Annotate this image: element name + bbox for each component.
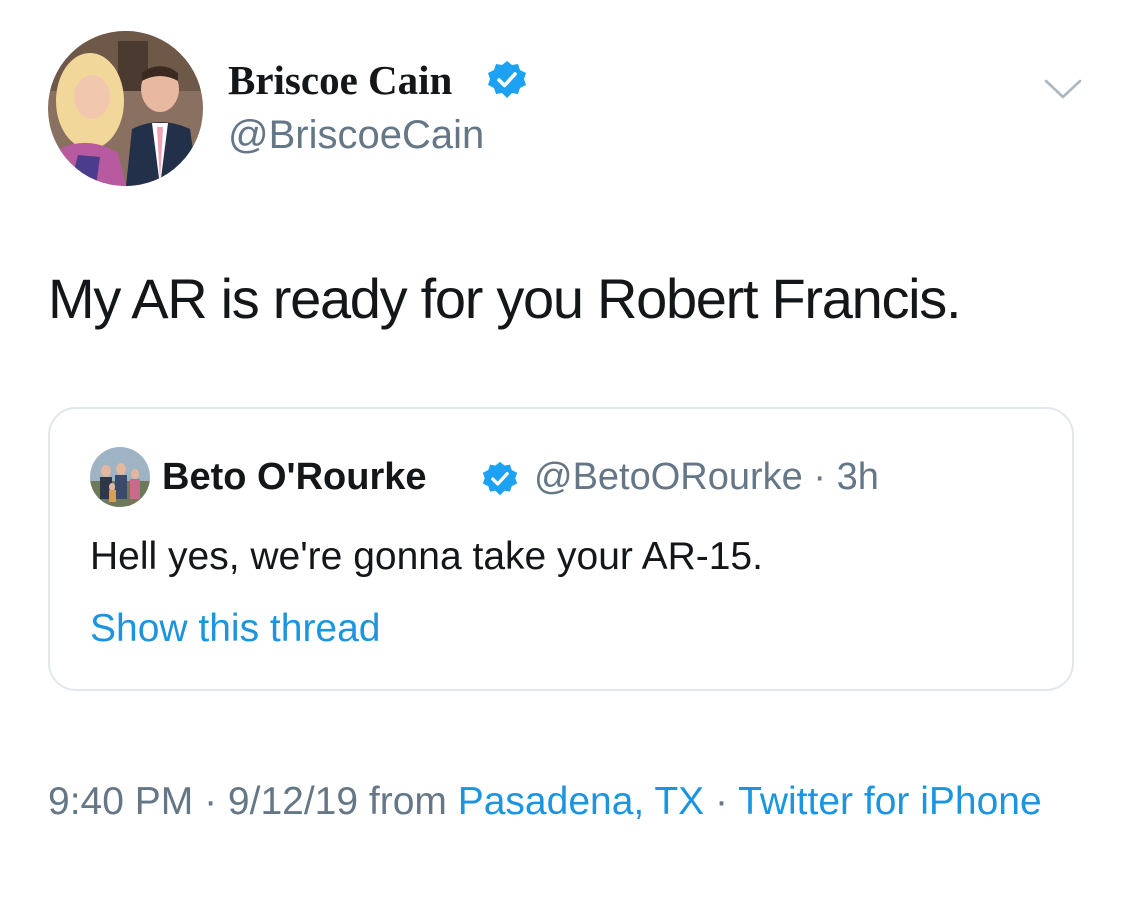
chevron-down-icon[interactable]	[1044, 78, 1082, 100]
quoted-tweet-text: Hell yes, we're gonna take your AR-15.	[90, 535, 763, 578]
quoted-author-handle[interactable]: @BetoORourke	[534, 456, 803, 498]
quoted-author-avatar[interactable]	[90, 447, 150, 507]
separator-dot: ·	[193, 780, 228, 823]
show-thread-link[interactable]: Show this thread	[90, 605, 381, 653]
separator-dot: ·	[813, 456, 827, 498]
tweet: Briscoe Cain @BriscoeCain My AR is ready…	[0, 0, 1125, 919]
verified-badge-icon	[487, 60, 527, 100]
quoted-author-name[interactable]: Beto O'Rourke	[162, 453, 427, 501]
quoted-time-ago[interactable]: 3h	[837, 456, 879, 498]
author-avatar[interactable]	[48, 31, 203, 186]
quoted-tweet-card[interactable]: Beto O'Rourke @BetoORourke · 3h Hell yes…	[48, 407, 1074, 691]
quoted-handle-time: @BetoORourke · 3h	[534, 453, 879, 501]
separator-dot: ·	[704, 780, 739, 823]
tweet-date[interactable]: 9/12/19	[228, 780, 358, 823]
tweet-meta: 9:40 PM · 9/12/19 from Pasadena, TX · Tw…	[48, 772, 1078, 832]
author-handle[interactable]: @BriscoeCain	[228, 110, 484, 160]
verified-badge-icon	[482, 461, 518, 497]
tweet-text: My AR is ready for you Robert Francis.	[48, 267, 962, 330]
author-display-name[interactable]: Briscoe Cain	[228, 55, 452, 105]
source-link[interactable]: Twitter for iPhone	[738, 780, 1041, 823]
from-label: from	[368, 780, 447, 823]
location-link[interactable]: Pasadena, TX	[458, 780, 704, 823]
tweet-time[interactable]: 9:40 PM	[48, 780, 193, 823]
